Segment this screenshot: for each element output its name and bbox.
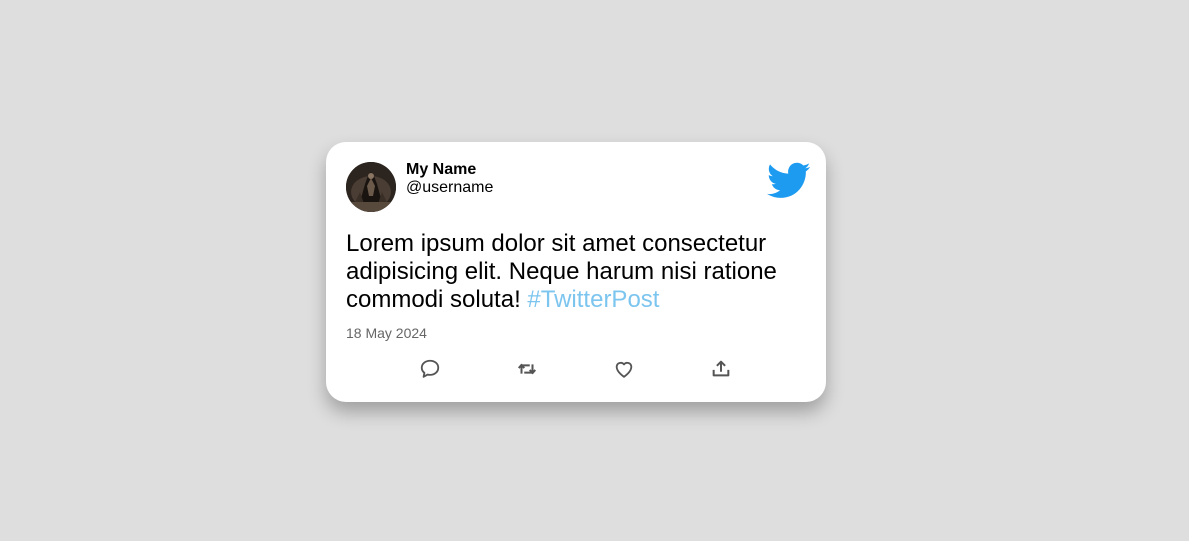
comment-icon — [420, 359, 440, 378]
tweet-card: My Name @username Lorem ipsum dolor sit … — [326, 142, 826, 402]
tweet-actions — [326, 356, 826, 382]
avatar[interactable] — [346, 162, 396, 212]
tweet-text: Lorem ipsum dolor sit amet consectetur a… — [346, 230, 806, 314]
retweet-button[interactable] — [514, 356, 540, 382]
comment-button[interactable] — [417, 356, 443, 382]
twitter-bird-icon — [767, 162, 811, 200]
hashtag-link[interactable]: #TwitterPost — [527, 286, 659, 313]
share-button[interactable] — [708, 356, 734, 382]
retweet-icon — [517, 363, 537, 375]
share-icon — [712, 360, 730, 377]
like-button[interactable] — [611, 356, 637, 382]
user-info: My Name @username — [406, 161, 493, 197]
tweet-date: 18 May 2024 — [346, 325, 427, 341]
avatar-image — [346, 162, 396, 212]
username[interactable]: @username — [406, 179, 493, 197]
like-icon — [615, 361, 633, 378]
display-name[interactable]: My Name — [406, 161, 493, 179]
